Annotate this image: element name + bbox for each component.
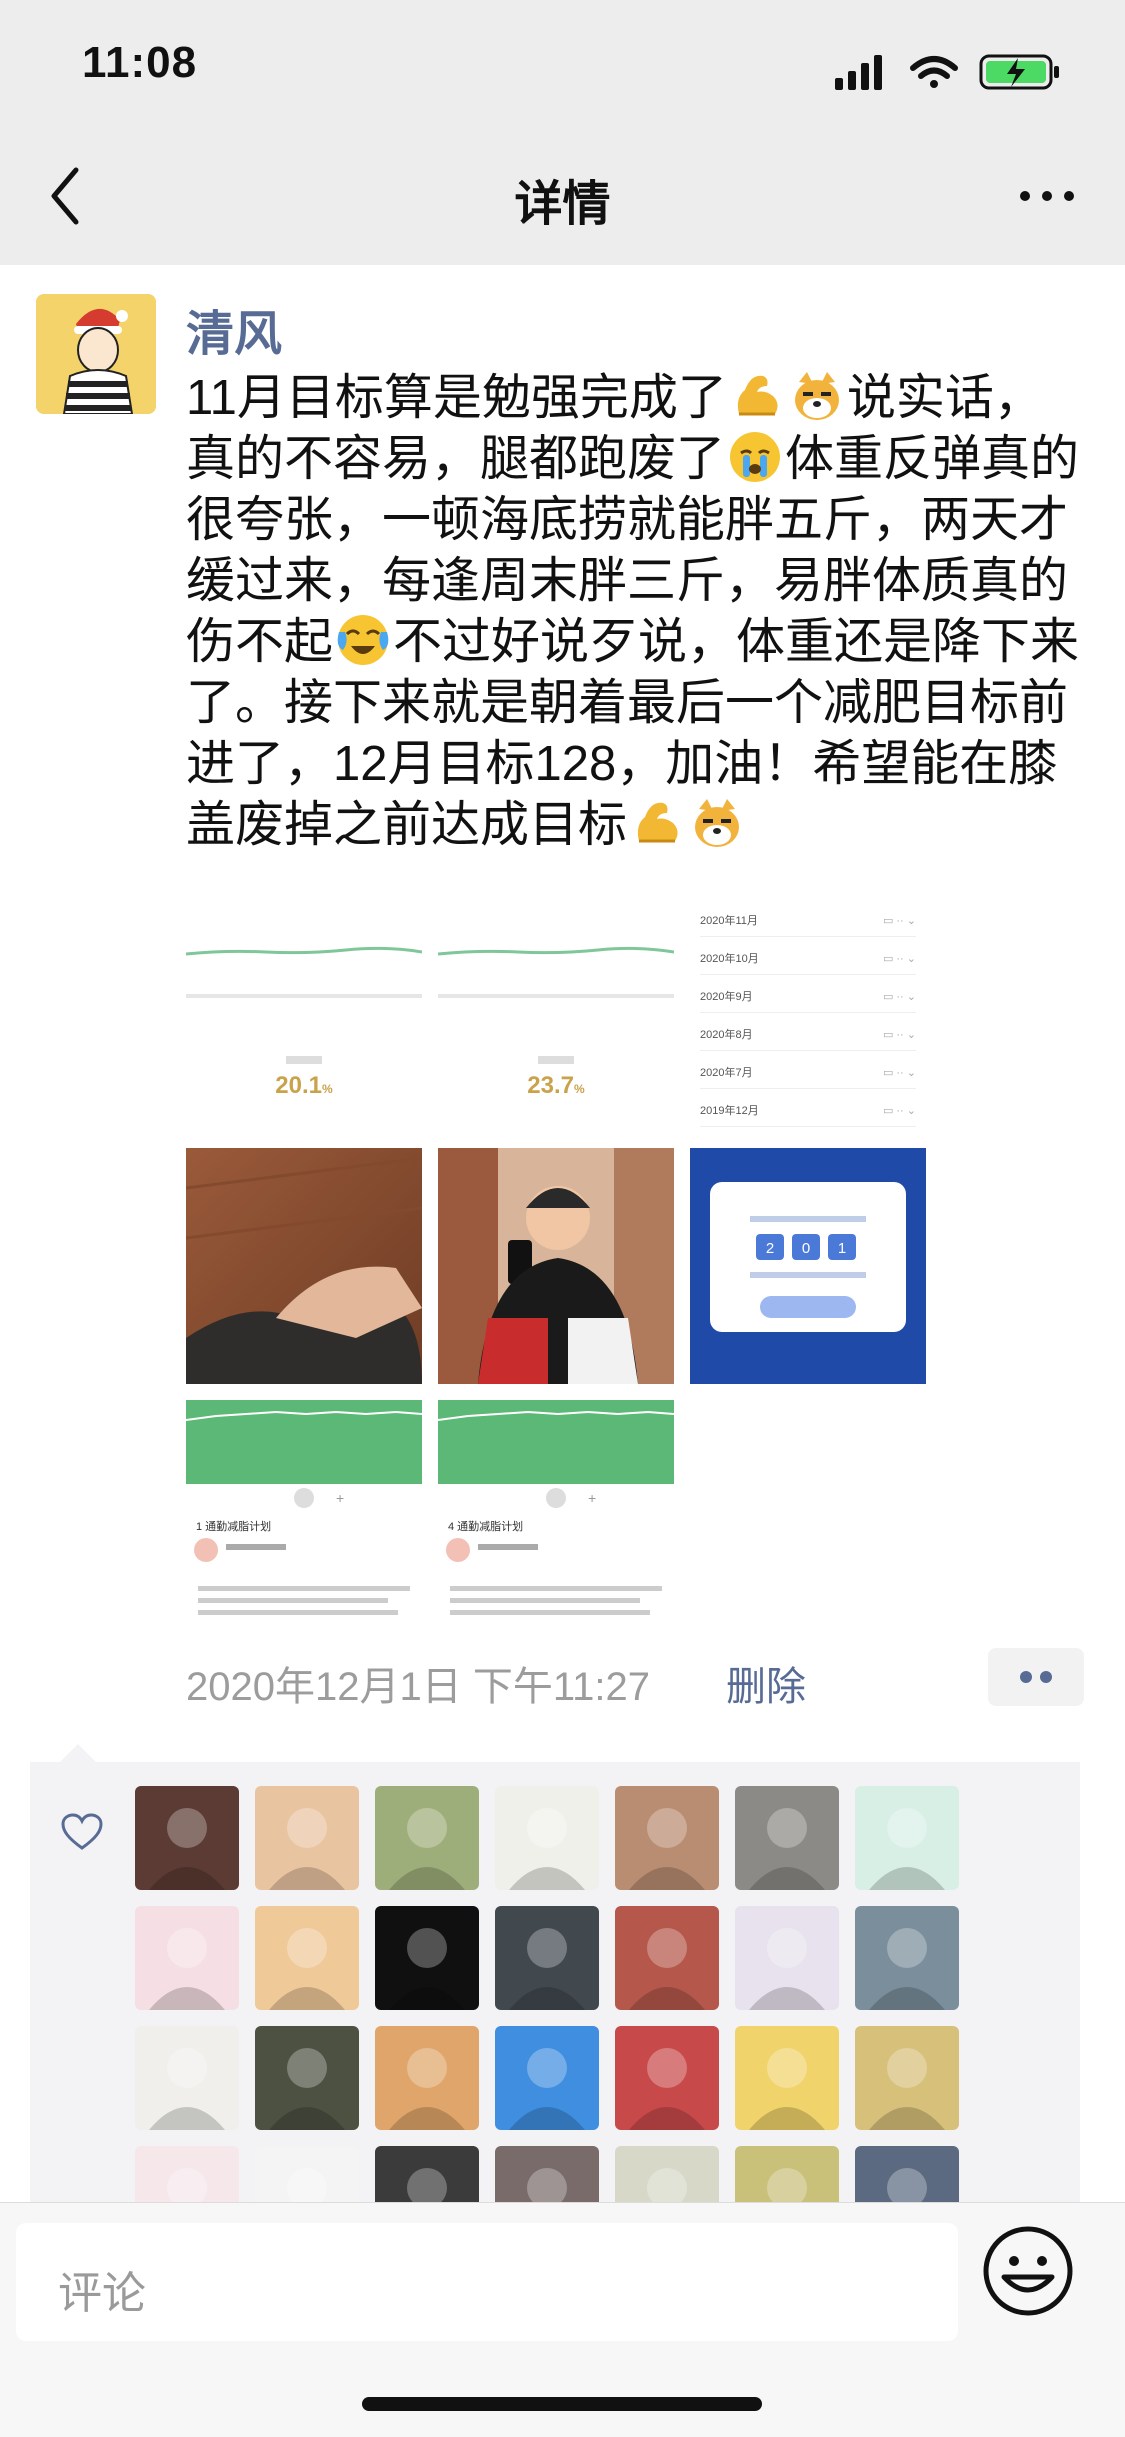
smiley-icon[interactable]	[980, 2223, 1076, 2319]
battery-charging-icon	[979, 54, 1059, 90]
card-digit: 2	[766, 1240, 774, 1257]
dog-emoji-icon	[689, 795, 745, 851]
stats-unit: %	[322, 1082, 333, 1096]
liker-avatar[interactable]	[255, 2146, 359, 2202]
post-image-5[interactable]	[438, 1148, 674, 1384]
stats-unit: %	[574, 1082, 585, 1096]
like-comment-button[interactable]	[988, 1648, 1084, 1706]
liker-avatar[interactable]	[735, 1786, 839, 1890]
svg-text:+: +	[336, 1490, 344, 1506]
month-row: 2020年7月 ▭ ·· ⌄	[700, 1058, 916, 1089]
page-title: 详情	[514, 178, 611, 231]
liker-avatar[interactable]	[735, 2146, 839, 2202]
delete-link[interactable]: 删除	[726, 1654, 806, 1712]
liker-avatar[interactable]	[855, 1786, 959, 1890]
liker-avatar[interactable]	[615, 2026, 719, 2130]
card-digit: 1	[838, 1240, 846, 1257]
post-image-7[interactable]: +1 通勤减脂计划	[186, 1400, 422, 1636]
liker-avatar[interactable]	[375, 1786, 479, 1890]
tears-emoji-icon	[335, 612, 391, 668]
heart-outline-icon	[61, 1813, 103, 1850]
liker-avatar[interactable]	[615, 2146, 719, 2202]
liker-avatar[interactable]	[495, 1786, 599, 1890]
cry-emoji-icon	[727, 429, 783, 485]
liker-avatar[interactable]	[495, 2026, 599, 2130]
month-row: 2020年10月 ▭ ·· ⌄	[700, 944, 916, 975]
post-text: 11月目标算是勉强完成了 说实话，真的不容易，腿都跑废了 体重反弹真的很夸张，一顿海…	[186, 368, 1091, 856]
stats-value: 23.7%	[527, 1072, 585, 1099]
liker-avatar[interactable]	[255, 2026, 359, 2130]
dog-emoji-icon	[789, 368, 845, 424]
more-dots-icon	[1020, 1671, 1052, 1683]
liker-avatar[interactable]	[855, 2026, 959, 2130]
liker-avatar[interactable]	[855, 1906, 959, 2010]
liker-avatar[interactable]	[135, 2146, 239, 2202]
post-image-8[interactable]: +4 通勤减脂计划	[438, 1400, 674, 1636]
status-icons	[835, 54, 1059, 90]
post-image-6[interactable]: 2 0 1	[690, 1148, 926, 1384]
comment-input[interactable]: 评论	[16, 2223, 958, 2341]
avatar-illustration	[36, 294, 156, 414]
status-time: 11:08	[82, 38, 198, 87]
liker-avatar[interactable]	[615, 1786, 719, 1890]
month-row: 2020年11月 ▭ ·· ⌄	[700, 906, 916, 937]
wifi-icon	[910, 56, 958, 88]
muscle-emoji-icon	[629, 795, 685, 851]
likes-caret	[60, 1744, 96, 1762]
liker-avatar[interactable]	[135, 2026, 239, 2130]
liker-avatar[interactable]	[735, 1906, 839, 2010]
liker-avatar[interactable]	[135, 1786, 239, 1890]
card-digit: 0	[802, 1240, 810, 1257]
post-text-run: 11月目标算是勉强完成了	[186, 371, 727, 425]
avatar[interactable]	[36, 294, 156, 414]
likes-panel	[30, 1762, 1080, 2202]
svg-text:+: +	[588, 1490, 596, 1506]
liker-avatar[interactable]	[615, 1906, 719, 2010]
liker-avatar[interactable]	[855, 2146, 959, 2202]
post-image-4[interactable]	[186, 1148, 422, 1384]
muscle-emoji-icon	[729, 368, 785, 424]
liker-avatar[interactable]	[255, 1906, 359, 2010]
chart-caption: 1 通勤减脂计划	[196, 1521, 272, 1533]
home-indicator	[362, 2397, 762, 2411]
liker-avatar[interactable]	[375, 1906, 479, 2010]
stats-value: 20.1%	[275, 1072, 333, 1099]
comment-bar: 评论	[0, 2202, 1125, 2437]
liker-avatar[interactable]	[375, 2026, 479, 2130]
more-dots-icon[interactable]	[1017, 182, 1077, 210]
chart-caption: 4 通勤减脂计划	[448, 1521, 524, 1533]
post-image-1[interactable]: 20.1%	[186, 896, 422, 1132]
comment-placeholder: 评论	[58, 2269, 146, 2318]
liker-avatar[interactable]	[495, 1906, 599, 2010]
liker-avatar[interactable]	[495, 2146, 599, 2202]
month-row: 2020年9月 ▭ ·· ⌄	[700, 982, 916, 1013]
post-author[interactable]: 清风	[186, 294, 282, 364]
liker-avatar[interactable]	[375, 2146, 479, 2202]
post-image-3[interactable]: 2020年11月 ▭ ·· ⌄ 2020年10月 ▭ ·· ⌄ 2020年9月 ▭ ·· …	[690, 896, 926, 1132]
top-bar: 11:08 详情	[0, 0, 1125, 265]
month-row: 2019年12月 ▭ ·· ⌄	[700, 1096, 916, 1127]
signal-icon	[835, 55, 882, 90]
liker-avatar[interactable]	[255, 1786, 359, 1890]
post-timestamp: 2020年12月1日 下午11:27	[186, 1665, 650, 1709]
post-image-2[interactable]: 23.7%	[438, 896, 674, 1132]
liker-avatar[interactable]	[135, 1906, 239, 2010]
liker-avatar[interactable]	[735, 2026, 839, 2130]
month-row: 2020年8月 ▭ ·· ⌄	[700, 1020, 916, 1051]
